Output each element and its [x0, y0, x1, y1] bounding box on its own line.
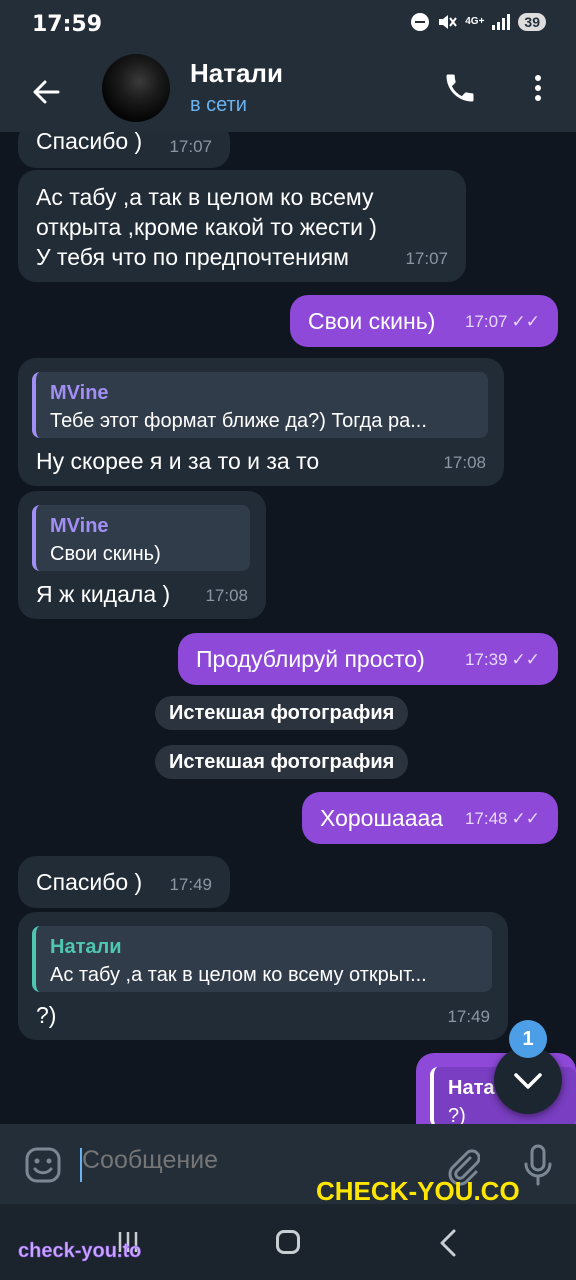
message-incoming[interactable]: Спасибо ) 17:49 — [18, 856, 230, 908]
message-incoming[interactable]: Натали Ас табу ,а так в целом ко всему о… — [18, 912, 508, 1040]
message-time: 17:49 — [447, 1007, 490, 1026]
chat-header: Натали в сети — [0, 52, 576, 132]
message-time: 17:07 ✓✓ — [465, 307, 540, 337]
watermark: CHECK-YOU.CO — [316, 1176, 520, 1206]
reply-author: Ната — [448, 1077, 495, 1099]
message-outgoing[interactable]: Хорошаааа 17:48 ✓✓ — [302, 792, 558, 844]
read-ticks-icon: ✓✓ — [511, 312, 541, 331]
more-vertical-icon[interactable] — [524, 70, 552, 106]
home-button[interactable] — [276, 1230, 300, 1254]
message-text: Продублируй просто) — [196, 646, 425, 672]
network-type: 4G+ — [465, 16, 485, 27]
message-line: У тебя что по предпочтениям — [36, 244, 349, 270]
message-incoming[interactable]: MVine Тебе этот формат ближе да?) Тогда … — [18, 358, 504, 486]
message-outgoing[interactable]: Свои скинь) 17:07 ✓✓ — [290, 295, 558, 347]
message-input[interactable] — [82, 1146, 422, 1175]
signal-icon — [492, 14, 511, 30]
expired-photo-notice[interactable]: Истекшая фотография — [155, 745, 409, 779]
message-list[interactable]: Спасибо ) 17:07 Ас табу ,а так в целом к… — [0, 132, 576, 1124]
message-text: Свои скинь) — [308, 308, 436, 334]
message-text: ?) — [36, 1002, 57, 1028]
read-ticks-icon: ✓✓ — [511, 809, 541, 828]
microphone-icon[interactable] — [522, 1144, 554, 1186]
reply-text: Свои скинь) — [50, 543, 161, 565]
battery-indicator: 39 — [518, 13, 546, 31]
reply-text: Ас табу ,а так в целом ко всему открыт..… — [50, 964, 427, 986]
nav-back-icon[interactable] — [436, 1228, 460, 1258]
reply-quote[interactable]: MVine Свои скинь) — [32, 505, 250, 571]
message-time: 17:08 — [443, 453, 486, 472]
reply-text: Тебе этот формат ближе да?) Тогда ра... — [50, 410, 427, 432]
message-time: 17:49 — [169, 875, 212, 894]
reply-quote[interactable]: Натали Ас табу ,а так в целом ко всему о… — [32, 926, 492, 992]
message-text: Хорошаааа — [320, 805, 444, 831]
message-text: Спасибо ) — [36, 132, 143, 154]
message-incoming[interactable]: MVine Свои скинь) Я ж кидала ) 17:08 — [18, 491, 266, 619]
message-time: 17:07 — [405, 249, 448, 268]
reply-author: Натали — [50, 936, 122, 958]
read-ticks-icon: ✓✓ — [511, 650, 541, 669]
message-time: 17:07 — [169, 137, 212, 156]
message-incoming[interactable]: Ас табу ,а так в целом ко всему открыта … — [18, 170, 466, 282]
avatar[interactable] — [102, 54, 170, 122]
reply-quote[interactable]: MVine Тебе этот формат ближе да?) Тогда … — [32, 372, 488, 438]
status-bar: 17:59 4G+ 39 — [0, 0, 576, 52]
reply-author: MVine — [50, 382, 109, 404]
contact-name[interactable]: Натали — [190, 58, 283, 89]
expired-photo-notice[interactable]: Истекшая фотография — [155, 696, 409, 730]
message-line: открыта ,кроме какой то жести ) — [36, 214, 377, 240]
message-time: 17:48 ✓✓ — [465, 804, 540, 834]
message-line: Ас табу ,а так в целом ко всему — [36, 184, 374, 210]
message-text: Я ж кидала ) — [36, 581, 171, 607]
phone-icon[interactable] — [442, 70, 478, 106]
message-time: 17:08 — [205, 586, 248, 605]
message-outgoing[interactable]: Продублируй просто) 17:39 ✓✓ — [178, 633, 558, 685]
status-time: 17:59 — [32, 12, 103, 37]
corner-watermark: check-you.to — [18, 1240, 142, 1263]
message-text: Ну скорее я и за то и за то — [36, 448, 320, 474]
unread-count-badge: 1 — [509, 1020, 547, 1058]
sticker-emoji-icon[interactable] — [24, 1146, 62, 1184]
status-icons: 4G+ 39 — [411, 13, 546, 31]
message-incoming[interactable]: Спасибо ) 17:07 — [18, 132, 230, 168]
message-text: Спасибо ) — [36, 869, 143, 895]
back-arrow-icon[interactable] — [26, 72, 66, 112]
do-not-disturb-icon — [411, 13, 430, 31]
message-time: 17:39 ✓✓ — [465, 645, 540, 675]
reply-author: MVine — [50, 515, 109, 537]
contact-status: в сети — [190, 94, 247, 116]
mute-icon — [439, 15, 458, 29]
